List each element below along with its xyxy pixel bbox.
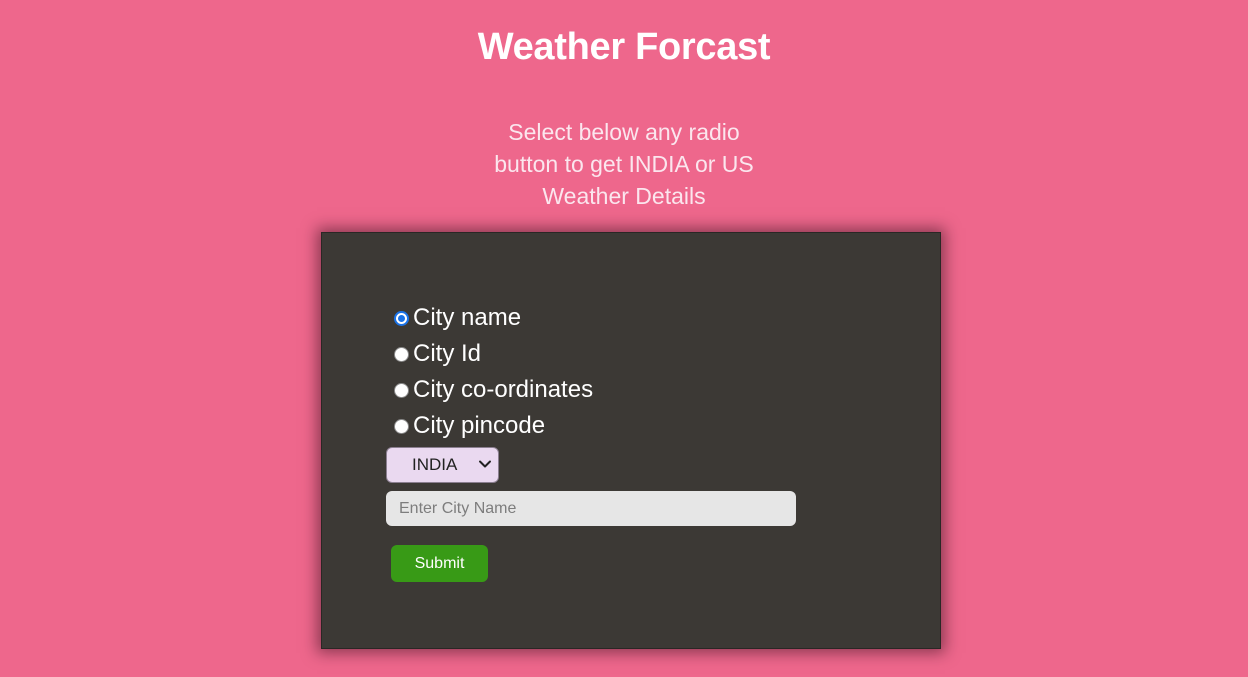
chevron-down-icon <box>479 460 491 468</box>
radio-label-city-coordinates[interactable]: City co-ordinates <box>413 375 593 405</box>
radio-label-city-id[interactable]: City Id <box>413 339 481 369</box>
radio-option-city-name[interactable]: City name <box>394 303 521 333</box>
radio-button-city-coordinates[interactable] <box>394 382 409 398</box>
submit-button[interactable]: Submit <box>391 545 488 582</box>
country-select[interactable]: INDIA <box>386 447 499 483</box>
page-subtitle: Select below any radio button to get IND… <box>494 119 754 209</box>
city-name-input[interactable] <box>386 491 796 526</box>
radio-option-city-pincode[interactable]: City pincode <box>394 411 545 441</box>
radio-button-city-name[interactable] <box>394 310 409 326</box>
radio-label-city-pincode[interactable]: City pincode <box>413 411 545 441</box>
radio-button-city-id[interactable] <box>394 346 409 362</box>
radio-option-city-coordinates[interactable]: City co-ordinates <box>394 375 593 405</box>
page-title: Weather Forcast <box>477 26 771 68</box>
country-select-value: INDIA <box>412 455 458 474</box>
weather-form-panel: City name City Id City co-ordinates City… <box>321 232 941 649</box>
radio-label-city-name[interactable]: City name <box>413 303 521 333</box>
radio-button-city-pincode[interactable] <box>394 418 409 434</box>
radio-option-city-id[interactable]: City Id <box>394 339 481 369</box>
